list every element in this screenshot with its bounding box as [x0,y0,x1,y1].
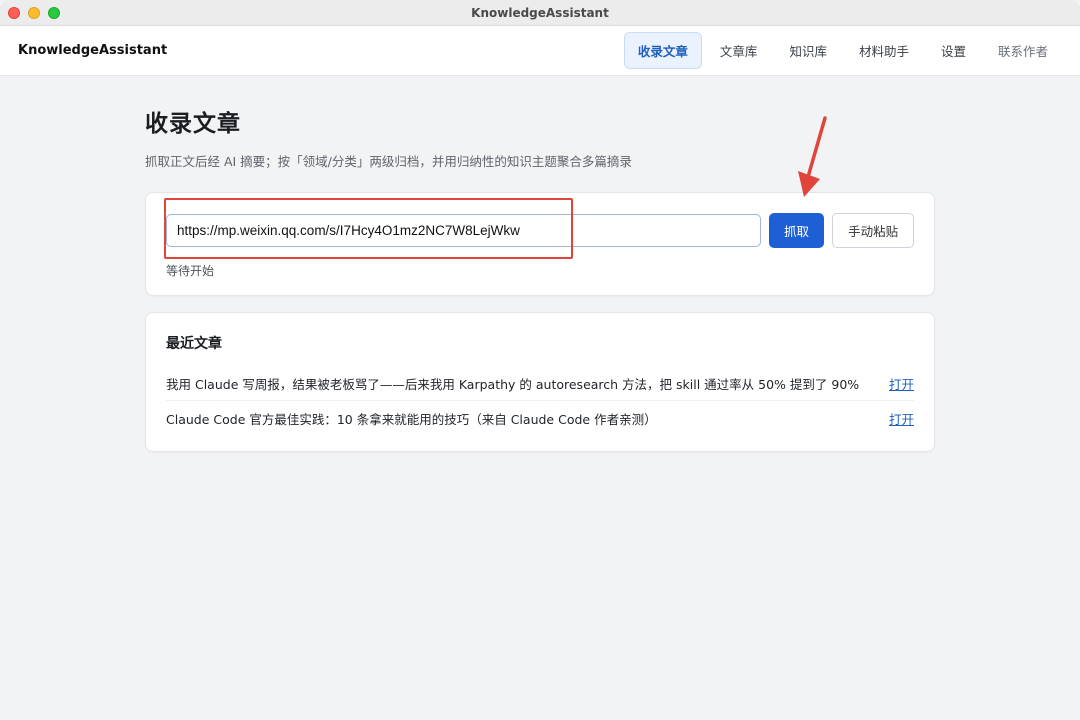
app-window: KnowledgeAssistant KnowledgeAssistant 收录… [0,0,1080,720]
open-article-link[interactable]: 打开 [889,409,914,428]
manual-paste-button[interactable]: 手动粘贴 [832,213,914,248]
fetch-row: 抓取 手动粘贴 [166,213,914,248]
article-title: Claude Code 官方最佳实践：10 条拿来就能用的技巧（来自 Claud… [166,411,657,427]
nav-settings[interactable]: 设置 [927,32,980,69]
close-window-button[interactable] [8,7,20,19]
open-article-link[interactable]: 打开 [889,374,914,393]
page-title: 收录文章 [145,111,241,137]
list-item: Claude Code 官方最佳实践：10 条拿来就能用的技巧（来自 Claud… [166,401,914,435]
nav-contact-author[interactable]: 联系作者 [984,32,1062,69]
minimize-window-button[interactable] [28,7,40,19]
fetch-button[interactable]: 抓取 [768,213,825,248]
article-title: 我用 Claude 写周报，结果被老板骂了——后来我用 Karpathy 的 a… [166,377,860,392]
list-item: 我用 Claude 写周报，结果被老板骂了——后来我用 Karpathy 的 a… [166,367,914,401]
article-list: 我用 Claude 写周报，结果被老板骂了——后来我用 Karpathy 的 a… [166,367,914,435]
title-bar: KnowledgeAssistant [0,0,1080,26]
main-nav: 收录文章 文章库 知识库 材料助手 设置 联系作者 [623,32,1062,69]
main-content: 收录文章 抓取正文后经 AI 摘要；按「领域/分类」两级归档，并用归纳性的知识主… [145,104,935,452]
nav-material-assistant[interactable]: 材料助手 [845,32,923,69]
nav-article-library[interactable]: 文章库 [706,32,772,69]
brand-name: KnowledgeAssistant [18,43,168,58]
fetch-card: 抓取 手动粘贴 等待开始 [145,192,935,296]
zoom-window-button[interactable] [48,7,60,19]
url-input[interactable] [166,214,761,247]
fetch-status: 等待开始 [166,264,215,278]
nav-collect-articles[interactable]: 收录文章 [623,32,702,69]
recent-articles-card: 最近文章 我用 Claude 写周报，结果被老板骂了——后来我用 Karpath… [145,312,935,452]
window-title: KnowledgeAssistant [471,5,609,20]
window-controls [8,7,60,19]
recent-articles-title: 最近文章 [166,336,222,352]
app-header: KnowledgeAssistant 收录文章 文章库 知识库 材料助手 设置 … [0,26,1080,76]
nav-knowledge-base[interactable]: 知识库 [775,32,841,69]
page-subtitle: 抓取正文后经 AI 摘要；按「领域/分类」两级归档，并用归纳性的知识主题聚合多篇… [145,154,632,169]
